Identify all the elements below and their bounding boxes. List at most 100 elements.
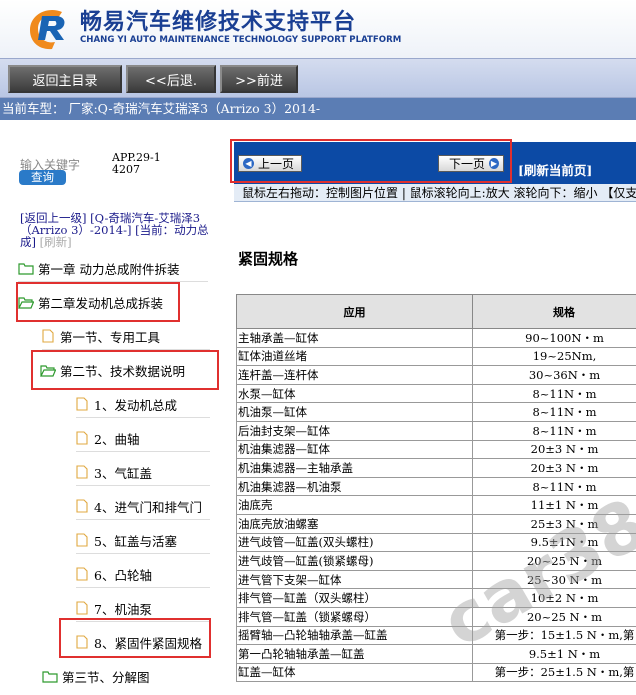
highlight-box [31,350,219,390]
tree-item-valves[interactable]: 4、进气门和排气门 [76,494,202,518]
table-row: 油底壳放油螺塞 25±3 N・m [236,513,636,534]
document-icon [76,601,88,615]
cell-spec: 8~11N・m [472,402,636,422]
table-row: 主轴承盖—缸体 90~100N・m [236,328,636,348]
divider [76,485,210,486]
column-header-spec: 规格 [472,294,636,329]
cell-application: 机油集滤器—缸体 [236,439,473,460]
divider [76,553,210,554]
cell-application: 进气歧管—缸盖(双头螺柱) [236,532,473,553]
table-row: 进气管下支架—缸体 25~30 N・m [236,569,636,590]
highlight-box [230,139,512,183]
table-row: 摇臂轴—凸轮轴轴承盖—缸盖 第一步：15±1.5 N・m,第 [236,625,636,646]
tree-item-cylinder-head[interactable]: 3、气缸盖 [76,460,152,484]
cell-spec: 20~25 N・m [472,551,636,571]
search-button[interactable]: 查询 [19,170,66,185]
cell-application: 后油封支架—缸体 [236,420,473,441]
platform-title: 畅易汽车维修技术支持平台 [80,10,357,35]
cell-spec: 8~11N・m [472,476,636,497]
cell-application: 排气管—缸盖（双头螺柱） [236,588,473,608]
document-icon [76,533,88,547]
table-row: 机油集滤器—机油泵 8~11N・m [236,476,636,497]
cell-application: 机油集滤器—机油泵 [236,476,473,497]
cell-application: 油底壳 [236,495,473,515]
table-row: 进气歧管—缸盖(锁紧螺母) 20~25 N・m [236,551,636,571]
cell-application: 机油集滤器—主轴承盖 [236,458,473,478]
cell-application: 进气歧管—缸盖(锁紧螺母) [236,551,473,571]
table-row: 第一凸轮轴轴承盖—缸盖 9.5±1 N・m [236,644,636,664]
document-icon [76,567,88,581]
forward-button[interactable]: >>前进 [220,65,298,93]
table-row: 机油泵—缸体 8~11N・m [236,402,636,422]
divider [76,519,210,520]
hint-bar: 鼠标左右拖动：控制图片位置 | 鼠标滚轮向上:放大 滚轮向下：缩小 【仅支 [234,184,636,202]
cell-spec: 9.5±1 N・m [472,644,636,664]
cell-application: 进气管下支架—缸体 [236,569,473,590]
cell-spec: 8~11N・m [472,420,636,441]
tree-item-chapter-1[interactable]: 第一章 动力总成附件拆装 [18,256,179,280]
cell-spec: 20±3 N・m [472,458,636,478]
table-row: 排气管—缸盖（双头螺柱） 10±2 N・m [236,588,636,608]
cell-application: 缸盖—缸体 [236,662,473,683]
cell-application: 排气管—缸盖（锁紧螺母） [236,606,473,627]
document-icon [76,431,88,445]
refresh-page-link[interactable]: [刷新当前页] [518,160,592,179]
document-title: 紧固规格 [238,250,299,268]
spec-table: 应用 规格 主轴承盖—缸体 90~100N・m 缸体油道丝堵 19~25Nm, 连杆盖—… [236,294,636,683]
cell-spec: 25±3 N・m [472,513,636,534]
cell-spec: 90~100N・m [472,328,636,348]
tree-item-section-3[interactable]: 第三节、分解图 [42,664,150,688]
cell-spec: 第一步：15±1.5 N・m,第 [472,625,636,646]
cell-spec: 9.5±1N・m [472,532,636,553]
table-row: 机油集滤器—主轴承盖 20±3 N・m [236,458,636,478]
tree-item-oil-pump[interactable]: 7、机油泵 [76,596,152,620]
column-header-application: 应用 [236,294,473,329]
app-header: 畅易汽车维修技术支持平台 CHANG YI AUTO MAINTENANCE T… [0,0,636,58]
app-code: APP.29-14207 [112,151,161,176]
logo-icon [30,10,65,50]
document-icon [76,465,88,479]
table-row: 排气管—缸盖（锁紧螺母） 20~25 N・m [236,606,636,627]
highlight-box [16,282,180,322]
cell-spec: 25~30 N・m [472,569,636,590]
cell-application: 水泵—缸体 [236,383,473,404]
document-icon [76,397,88,411]
cell-application: 摇臂轴—凸轮轴轴承盖—缸盖 [236,625,473,646]
tree-item-crankshaft[interactable]: 2、曲轴 [76,426,139,450]
document-viewer[interactable]: 紧固规格 应用 规格 主轴承盖—缸体 90~100N・m 缸体油道丝堵 19~25Nm… [234,202,636,695]
cell-spec: 11±1 N・m [472,495,636,515]
current-vehicle-label: 当前车型： 厂家:Q-奇瑞汽车艾瑞泽3（Arrizo 3）2014- [0,98,636,120]
divider [76,451,210,452]
tree-item-engine-assembly[interactable]: 1、发动机总成 [76,392,177,416]
cell-spec: 20±3 N・m [472,439,636,460]
tree-item-head-piston[interactable]: 5、缸盖与活塞 [76,528,177,552]
cell-spec: 30~36N・m [472,365,636,385]
tree-item-section-1[interactable]: 第一节、专用工具 [42,324,160,348]
highlight-box [59,618,211,658]
table-row: 缸体油道丝堵 19~25Nm, [236,346,636,367]
cell-application: 油底壳放油螺塞 [236,513,473,534]
sidebar: 输入关键字 查询 APP.29-14207 [返回上一级] [Q-奇瑞汽车-艾瑞… [0,142,230,695]
divider [76,417,210,418]
folder-icon [42,670,58,683]
back-main-button[interactable]: 返回主目录 [8,65,122,93]
cell-spec: 20~25 N・m [472,606,636,627]
tree-item-camshaft[interactable]: 6、凸轮轴 [76,562,152,586]
cell-spec: 第一步：25±1.5 N・m,第 [472,662,636,683]
table-row: 水泵—缸体 8~11N・m [236,383,636,404]
cell-spec: 19~25Nm, [472,346,636,367]
document-icon [76,499,88,513]
nav-bar: 返回主目录 <<后退. >>前进 [0,58,636,98]
table-row: 油底壳 11±1 N・m [236,495,636,515]
back-button[interactable]: <<后退. [126,65,216,93]
table-row: 缸盖—缸体 第一步：25±1.5 N・m,第 [236,662,636,683]
breadcrumb: [返回上一级] [Q-奇瑞汽车-艾瑞泽3（Arrizo 3）-2014-] [当… [20,212,210,248]
table-row: 进气歧管—缸盖(双头螺柱) 9.5±1N・m [236,532,636,553]
breadcrumb-refresh-link[interactable]: [刷新] [40,235,72,249]
cell-application: 连杆盖—连杆体 [236,365,473,385]
table-row: 机油集滤器—缸体 20±3 N・m [236,439,636,460]
cell-spec: 8~11N・m [472,383,636,404]
platform-subtitle: CHANG YI AUTO MAINTENANCE TECHNOLOGY SUP… [80,35,402,45]
cell-application: 机油泵—缸体 [236,402,473,422]
divider [76,587,210,588]
